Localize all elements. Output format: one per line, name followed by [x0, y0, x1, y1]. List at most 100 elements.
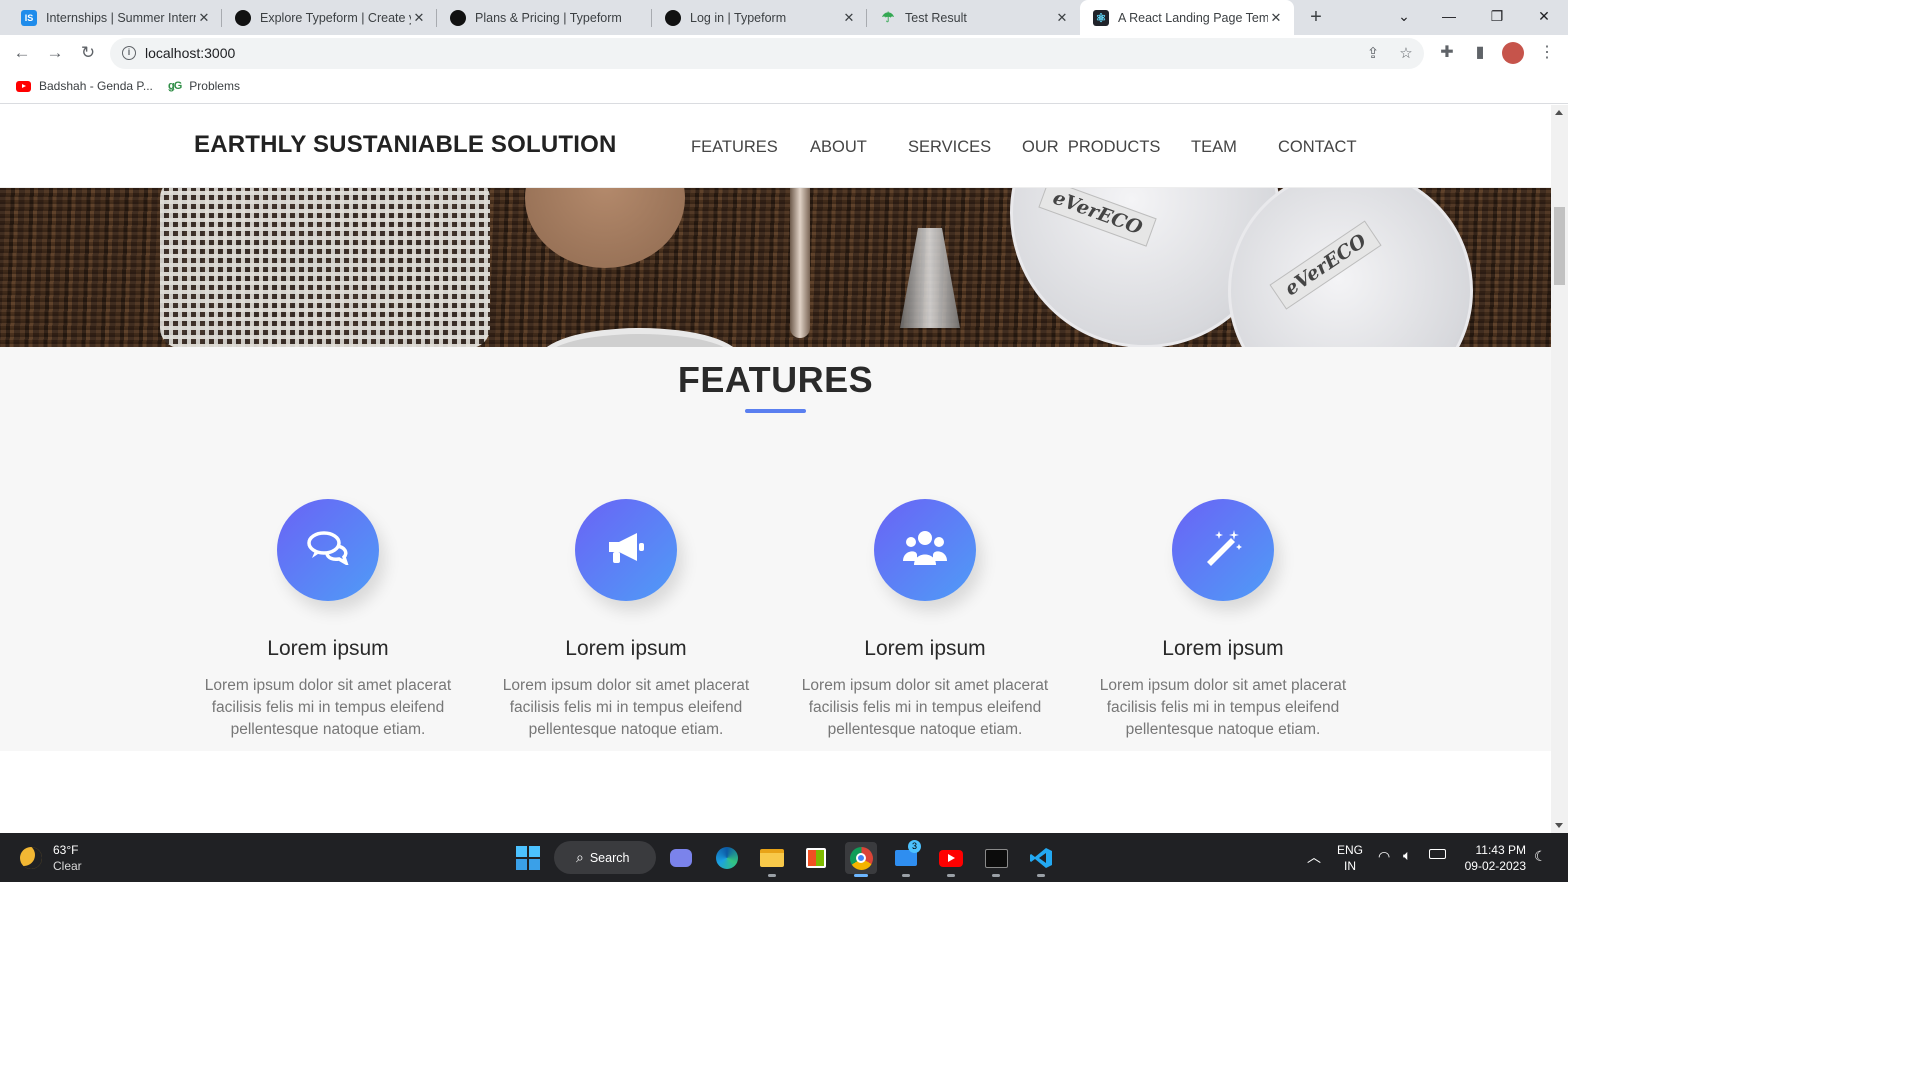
react-icon: ⚛ — [1093, 9, 1109, 26]
youtube-icon — [16, 80, 31, 92]
clock-time: 11:43 PM — [1475, 843, 1526, 857]
nav-features[interactable]: FEATURES — [691, 138, 778, 157]
bookmark-problems[interactable]: ǥG Problems — [168, 79, 240, 93]
youtube-app-icon[interactable] — [935, 842, 967, 877]
running-indicator — [768, 874, 776, 877]
bookmark-badshah[interactable]: Badshah - Genda P... — [16, 79, 153, 93]
url-text[interactable]: localhost:3000 — [145, 45, 235, 61]
tab-title: Log in | Typeform — [690, 10, 787, 25]
nav-team[interactable]: TEAM — [1191, 138, 1237, 157]
side-panel-icon[interactable]: ▮ — [1469, 42, 1491, 64]
weather-text: 63°F Clear — [53, 842, 82, 874]
users-icon — [902, 529, 948, 572]
chrome-icon[interactable] — [845, 842, 877, 877]
scroll-down-icon[interactable] — [1555, 823, 1563, 828]
nav-our-products[interactable]: OUR PRODUCTS — [1022, 138, 1160, 157]
feature-title: Lorem ipsum — [565, 637, 687, 660]
show-hidden-icons[interactable]: ︿ — [1307, 847, 1321, 867]
microsoft-store-icon[interactable] — [800, 842, 832, 874]
back-icon[interactable]: ← — [10, 41, 34, 65]
typeform-icon — [450, 9, 466, 26]
tab-react-landing[interactable]: ⚛ A React Landing Page Temp ✕ — [1080, 0, 1294, 35]
feature-title: Lorem ipsum — [1162, 637, 1284, 660]
reload-icon[interactable]: ↻ — [76, 41, 100, 65]
avatar[interactable] — [1502, 42, 1524, 64]
page-viewport: EARTHLY SUSTANIABLE SOLUTION FEATURES AB… — [0, 105, 1551, 833]
battery-icon[interactable] — [1429, 849, 1446, 859]
weather-widget[interactable]: 63°F Clear — [20, 842, 82, 874]
tab-title: Plans & Pricing | Typeform — [475, 10, 622, 25]
forward-icon[interactable]: → — [43, 41, 67, 65]
menu-icon[interactable]: ⋮ — [1536, 42, 1558, 64]
megaphone-icon — [605, 530, 647, 571]
clock[interactable]: 11:43 PM 09-02-2023 — [1460, 842, 1526, 874]
vscode-icon[interactable] — [1025, 842, 1057, 877]
language-line2: IN — [1344, 859, 1356, 873]
file-explorer-icon[interactable] — [756, 842, 788, 877]
window-close-icon[interactable]: ✕ — [1521, 0, 1567, 32]
features-section: FEATURES Lorem ipsum Lorem ipsum dolor s… — [0, 347, 1551, 751]
bookmark-label: Badshah - Genda P... — [39, 79, 153, 93]
close-icon[interactable]: ✕ — [411, 10, 427, 26]
address-bar[interactable]: i localhost:3000 ⇪ ☆ — [110, 38, 1424, 69]
new-tab-button[interactable]: + — [1304, 5, 1328, 29]
taskbar-search[interactable]: ⌕ Search — [554, 841, 656, 874]
tab-explore-typeform[interactable]: Explore Typeform | Create y ✕ — [222, 0, 437, 35]
close-icon[interactable]: ✕ — [196, 10, 212, 26]
site-brand[interactable]: EARTHLY SUSTANIABLE SOLUTION — [194, 131, 617, 159]
page-scrollbar[interactable] — [1551, 105, 1568, 833]
tab-login-typeform[interactable]: Log in | Typeform ✕ — [652, 0, 867, 35]
weather-temp: 63°F — [53, 843, 79, 857]
running-indicator — [902, 874, 910, 877]
bookmark-label: Problems — [189, 79, 240, 93]
language-indicator[interactable]: ENG IN — [1337, 842, 1363, 874]
cotton-pad — [1228, 188, 1473, 347]
typeform-icon — [235, 9, 251, 26]
nav-contact[interactable]: CONTACT — [1278, 138, 1357, 157]
mail-badge: 3 — [908, 840, 921, 853]
nav-about[interactable]: ABOUT — [810, 138, 867, 157]
browser-toolbar: ← → ↻ i localhost:3000 ⇪ ☆ ✚ ▮ ⋮ — [0, 35, 1568, 72]
running-indicator — [992, 874, 1000, 877]
bookmark-star-icon[interactable]: ☆ — [1396, 44, 1416, 64]
terminal-icon[interactable] — [980, 842, 1012, 877]
close-icon[interactable]: ✕ — [1268, 10, 1284, 26]
close-icon[interactable]: ✕ — [841, 10, 857, 26]
mail-icon[interactable]: 3 — [890, 840, 922, 877]
volume-icon[interactable]: 🔈︎ — [1403, 847, 1411, 864]
share-icon[interactable]: ⇪ — [1363, 44, 1383, 64]
feature-icon-circle — [575, 499, 677, 601]
tab-title: Explore Typeform | Create y — [260, 10, 411, 25]
scroll-up-icon[interactable] — [1555, 110, 1563, 115]
feature-icon-circle — [1172, 499, 1274, 601]
comments-icon — [307, 530, 350, 570]
restore-icon[interactable]: ❐ — [1474, 0, 1520, 32]
tab-plans-pricing[interactable]: Plans & Pricing | Typeform ✕ — [437, 0, 652, 35]
extensions-icon[interactable]: ✚ — [1436, 42, 1458, 64]
focus-assist-icon[interactable]: ☾ — [1534, 848, 1547, 865]
nav-services[interactable]: SERVICES — [908, 138, 991, 157]
geeksforgeeks-icon: ǥG — [168, 80, 182, 92]
tab-internships[interactable]: IS Internships | Summer Intern ✕ — [8, 0, 222, 35]
tab-title: A React Landing Page Temp — [1118, 10, 1268, 25]
start-button[interactable] — [512, 842, 544, 874]
tab-test-result[interactable]: ☂ Test Result ✕ — [867, 0, 1080, 35]
feature-icon-circle — [874, 499, 976, 601]
scrollbar-thumb[interactable] — [1554, 207, 1565, 285]
feature-icon-circle — [277, 499, 379, 601]
soap-disc — [525, 188, 685, 268]
search-icon: ⌕ — [576, 849, 584, 865]
minimize-icon[interactable]: — — [1426, 0, 1472, 32]
language-line1: ENG — [1337, 843, 1364, 857]
close-icon[interactable]: ✕ — [1054, 10, 1070, 26]
tab-title: Internships | Summer Intern — [46, 10, 196, 25]
teams-chat-icon[interactable] — [665, 842, 697, 874]
jar-lid — [540, 328, 740, 347]
weather-condition: Clear — [53, 859, 82, 873]
tab-search-icon[interactable]: ⌄ — [1381, 0, 1427, 32]
wifi-icon[interactable]: ◠ — [1378, 848, 1390, 865]
site-info-icon[interactable]: i — [122, 46, 136, 60]
edge-icon[interactable] — [711, 842, 743, 874]
feature-desc: Lorem ipsum dolor sit amet placerat faci… — [801, 677, 1049, 738]
taskbar: 63°F Clear ⌕ Search 3 ︿ ENG IN ◠ 🔈︎ 11:4… — [0, 833, 1568, 882]
